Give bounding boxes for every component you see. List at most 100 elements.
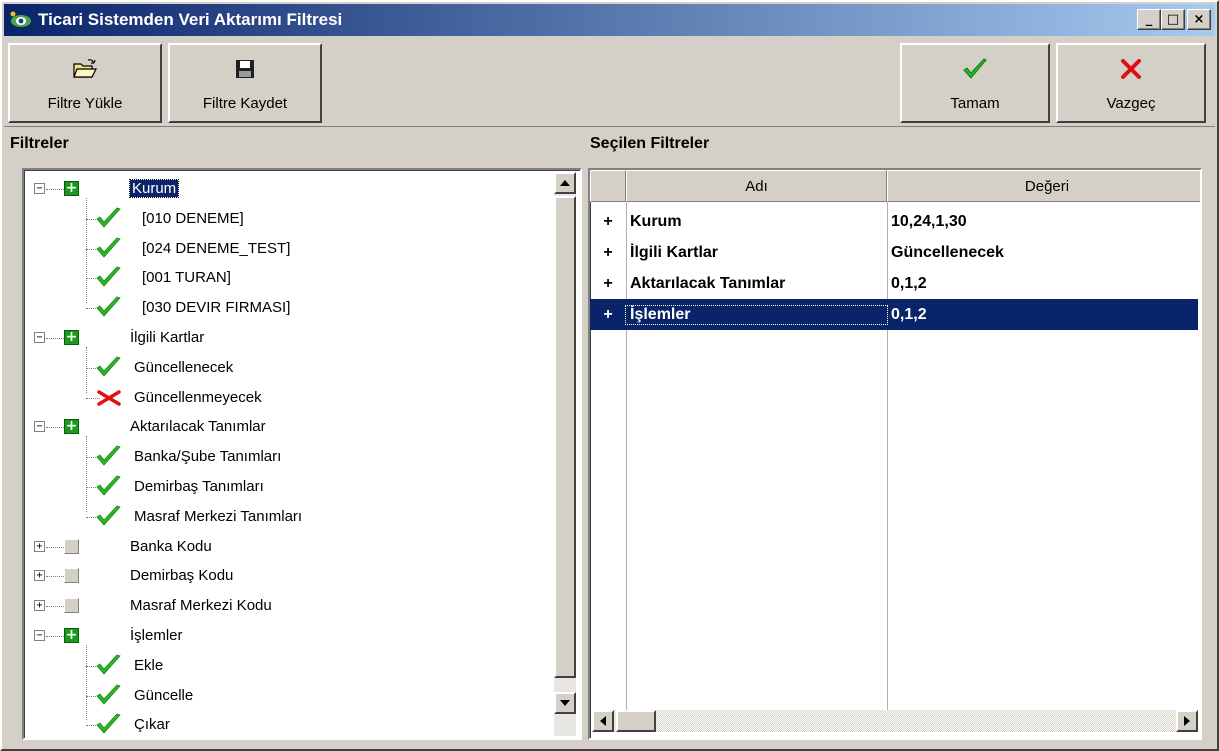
grid-row[interactable]: + Aktarılacak Tanımlar 0,1,2: [590, 268, 1198, 299]
tree-child-label: Güncellenmeyecek: [134, 388, 262, 406]
collapse-toggle-icon[interactable]: −: [34, 630, 45, 641]
maximize-button[interactable]: □: [1161, 9, 1185, 30]
green-plus-icon: +: [64, 418, 79, 435]
save-filter-label: Filtre Kaydet: [202, 95, 288, 112]
tree-child-label: [024 DENEME_TEST]: [142, 239, 291, 257]
tree-child-node[interactable]: Çıkar: [24, 710, 549, 738]
close-button[interactable]: ×: [1187, 9, 1211, 30]
scroll-left-button[interactable]: [592, 710, 614, 732]
tree-child-label: [010 DENEME]: [142, 209, 244, 227]
tree-child-label: Banka/Şube Tanımları: [134, 448, 282, 466]
tree-child-label: [030 DEVIR FIRMASI]: [142, 299, 291, 317]
tree-child-node[interactable]: Güncellenmeyecek: [24, 383, 549, 413]
minimize-button[interactable]: _: [1137, 9, 1161, 30]
horizontal-scroll-thumb[interactable]: [616, 710, 656, 732]
column-header-value[interactable]: Değeri: [887, 170, 1200, 202]
tree-node[interactable]: − + İşlemler: [24, 621, 549, 651]
green-check-icon: [96, 207, 122, 233]
tree-node-label: Demirbaş Kodu: [130, 567, 234, 585]
scroll-right-button[interactable]: [1176, 710, 1198, 732]
tree-node[interactable]: + Demirbaş Kodu: [24, 561, 549, 591]
ok-button[interactable]: Tamam: [900, 43, 1050, 123]
tree-child-node[interactable]: [001 TURAN]: [24, 263, 549, 293]
green-plus-icon: +: [64, 329, 79, 345]
tree-node[interactable]: − + Aktarılacak Tanımlar: [24, 412, 549, 442]
expand-toggle-icon[interactable]: +: [34, 540, 45, 552]
filter-value-cell: 0,1,2: [891, 305, 927, 323]
tree-child-node[interactable]: [030 DEVIR FIRMASI]: [24, 293, 549, 323]
tree-connector: [46, 427, 64, 429]
ok-label: Tamam: [950, 95, 1000, 112]
filter-tree[interactable]: − + Kurum [010 DENEME] [024 DENEME_TEST] [001…: [22, 168, 582, 740]
expand-row-icon[interactable]: +: [590, 244, 626, 262]
expand-toggle-icon[interactable]: +: [34, 570, 45, 582]
arrow-down-icon: [560, 700, 570, 706]
tree-child-label: Masraf Merkezi Tanımları: [134, 507, 303, 525]
tree-child-node[interactable]: Ekle: [24, 651, 549, 681]
load-filter-label: Filtre Yükle: [47, 95, 123, 112]
collapse-toggle-icon[interactable]: −: [34, 421, 45, 433]
cancel-label: Vazgeç: [1106, 95, 1156, 112]
tree-child-node[interactable]: [024 DENEME_TEST]: [24, 234, 549, 264]
tree-child-node[interactable]: Güncelle: [24, 681, 549, 711]
expand-row-icon[interactable]: +: [590, 275, 626, 293]
load-filter-button[interactable]: Filtre Yükle: [8, 43, 162, 123]
scroll-down-button[interactable]: [554, 692, 576, 714]
title-bar[interactable]: Ticari Sistemden Veri Aktarımı Filtresi …: [4, 4, 1215, 36]
tree-child-label: Çıkar: [134, 716, 170, 734]
tree-connector: [86, 198, 87, 304]
row-indicator-header: [590, 170, 626, 202]
maximize-icon: □: [1166, 12, 1180, 27]
filter-value-cell: 0,1,2: [891, 274, 927, 292]
tree-child-node[interactable]: [010 DENEME]: [24, 204, 549, 234]
tree-child-label: [001 TURAN]: [142, 269, 231, 287]
selected-filters-grid[interactable]: Adı Değeri + Kurum 10,24,1,30 + İlgili Kartl…: [588, 168, 1202, 740]
tree-child-label: Güncellenecek: [134, 358, 234, 376]
expand-toggle-icon[interactable]: +: [34, 600, 45, 612]
window-title: Ticari Sistemden Veri Aktarımı Filtresi: [38, 10, 343, 29]
expand-row-icon[interactable]: +: [590, 213, 626, 231]
tree-child-label: Güncelle: [134, 686, 194, 704]
filter-name-cell: Aktarılacak Tanımlar: [630, 274, 786, 292]
tree-child-node[interactable]: Güncellenecek: [24, 353, 549, 383]
tree-connector: [46, 338, 64, 339]
arrow-right-icon: [1184, 716, 1190, 726]
tree-node[interactable]: − + Kurum: [24, 174, 549, 204]
app-eye-icon: [10, 11, 32, 29]
tree-child-node[interactable]: Masraf Merkezi Tanımları: [24, 502, 549, 532]
filter-name-cell: Kurum: [630, 212, 682, 230]
scroll-up-button[interactable]: [554, 172, 576, 194]
tree-node-label: İlgili Kartlar: [130, 329, 205, 346]
gray-square-icon: [64, 598, 79, 614]
grid-row[interactable]: + Kurum 10,24,1,30: [590, 206, 1198, 237]
close-icon: ×: [1193, 12, 1205, 27]
grid-horizontal-scrollbar[interactable]: [592, 710, 1198, 732]
green-plus-icon: +: [64, 627, 79, 643]
arrow-up-icon: [560, 180, 570, 186]
tree-node[interactable]: + Masraf Merkezi Kodu: [24, 591, 549, 621]
cancel-button[interactable]: Vazgeç: [1056, 43, 1206, 123]
save-filter-button[interactable]: Filtre Kaydet: [168, 43, 322, 123]
column-header-name[interactable]: Adı: [626, 170, 887, 202]
green-check-icon: [96, 475, 122, 501]
collapse-toggle-icon[interactable]: −: [34, 332, 45, 343]
tree-child-node[interactable]: Demirbaş Tanımları: [24, 472, 549, 502]
filter-name-cell: İlgili Kartlar: [630, 243, 719, 261]
green-check-icon: [962, 51, 988, 87]
filter-dialog-window: Ticari Sistemden Veri Aktarımı Filtresi …: [0, 0, 1219, 751]
tree-child-node[interactable]: Banka/Şube Tanımları: [24, 442, 549, 472]
minimize-icon: _: [1145, 12, 1153, 27]
green-check-icon: [96, 445, 122, 471]
filters-label: Filtreler: [10, 135, 69, 152]
expand-row-icon[interactable]: +: [590, 306, 626, 324]
tree-node[interactable]: − + İlgili Kartlar: [24, 323, 549, 353]
tree-connector: [46, 576, 64, 578]
grid-row[interactable]: + İlgili Kartlar Güncellenecek: [590, 237, 1198, 268]
tree-node[interactable]: + Banka Kodu: [24, 532, 549, 562]
scroll-thumb[interactable]: [554, 196, 576, 678]
tree-vertical-scrollbar[interactable]: [554, 172, 576, 736]
collapse-toggle-icon[interactable]: −: [34, 183, 45, 194]
grid-row-selected[interactable]: + İşlemler 0,1,2: [590, 299, 1198, 330]
green-check-icon: [96, 684, 122, 710]
tree-node-label: Aktarılacak Tanımlar: [130, 418, 266, 436]
